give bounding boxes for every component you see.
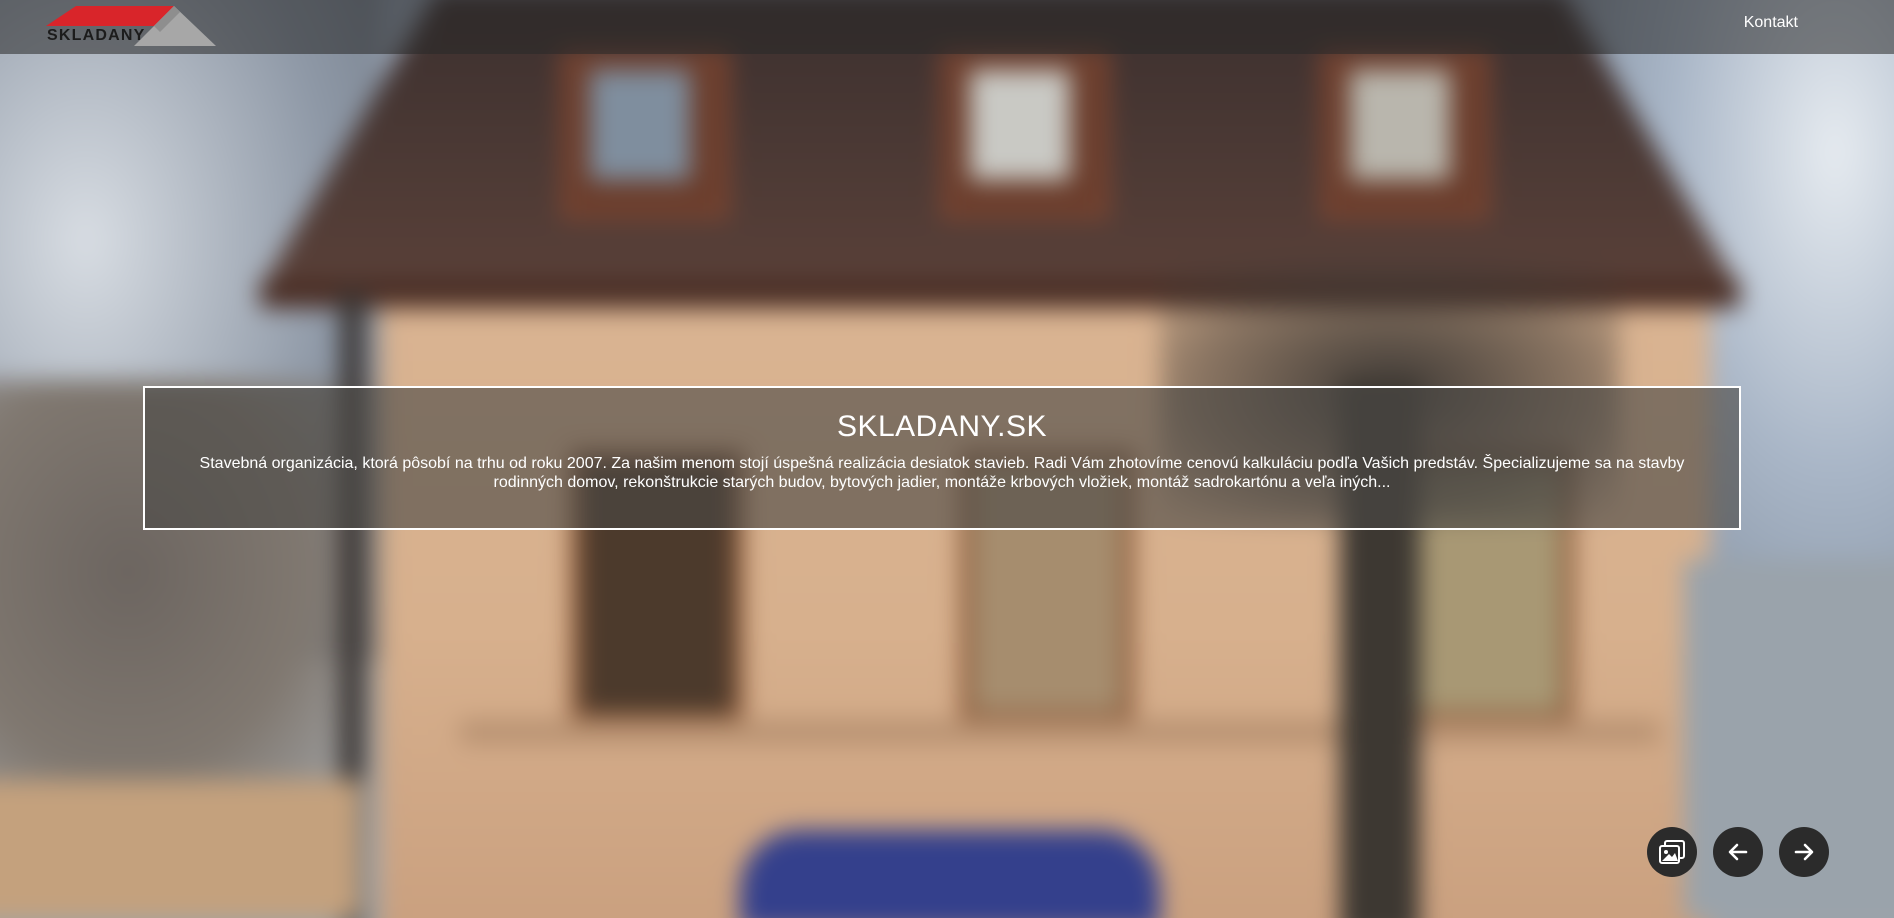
arrow-left-icon bbox=[1728, 843, 1748, 861]
page: SKLADANY Kontakt SKLADANY.SK Stavebná or… bbox=[0, 0, 1894, 918]
image-gallery-icon bbox=[1659, 840, 1685, 864]
site-logo[interactable]: SKLADANY bbox=[46, 4, 216, 46]
hero-title: SKLADANY.SK bbox=[836, 410, 1048, 443]
top-navbar: SKLADANY Kontakt bbox=[0, 0, 1894, 54]
hero-info-box: SKLADANY.SK Stavebná organizácia, ktorá … bbox=[143, 386, 1741, 530]
gallery-button[interactable] bbox=[1647, 827, 1697, 877]
hero-description: Stavebná organizácia, ktorá pôsobí na tr… bbox=[199, 455, 1685, 491]
nav-link-kontakt[interactable]: Kontakt bbox=[1744, 14, 1798, 32]
logo-text: SKLADANY bbox=[47, 27, 146, 44]
prev-slide-button[interactable] bbox=[1713, 827, 1763, 877]
next-slide-button[interactable] bbox=[1779, 827, 1829, 877]
arrow-right-icon bbox=[1794, 843, 1814, 861]
